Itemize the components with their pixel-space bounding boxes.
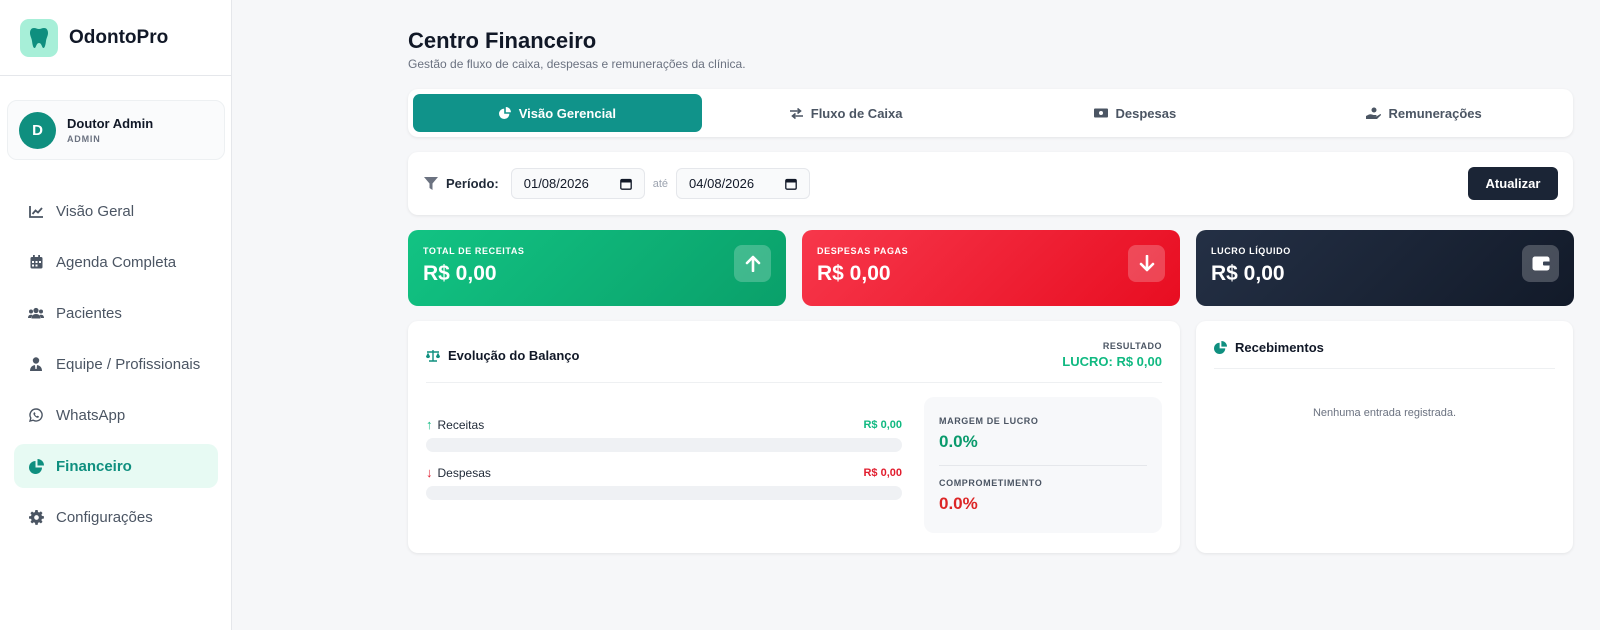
sidebar-item-label: Configurações (56, 508, 153, 526)
page-subtitle: Gestão de fluxo de caixa, despesas e rem… (408, 57, 746, 71)
sidebar-item-visao-geral[interactable]: Visão Geral (14, 189, 218, 233)
calendar-icon[interactable] (619, 178, 632, 190)
brand[interactable]: OdontoPro (0, 0, 231, 76)
user-name: Doutor Admin (67, 116, 154, 131)
user-card[interactable]: D Doutor Admin ADMIN (7, 100, 225, 160)
app-name: OdontoPro (69, 26, 169, 48)
sidebar-item-financeiro[interactable]: Financeiro (14, 444, 218, 488)
kpi-total-receitas: TOTAL DE RECEITAS R$ 0,00 (408, 230, 786, 306)
balance-title: Evolução do Balanço (448, 348, 580, 363)
pie-chart-icon (27, 457, 45, 475)
start-date-input[interactable]: 01/08/2026 (510, 168, 645, 199)
arrow-down-icon (1128, 245, 1165, 282)
scale-balance-icon (426, 349, 440, 362)
chart-line-icon (27, 202, 45, 220)
balance-panel: Evolução do Balanço RESULTADO LUCRO: R$ … (408, 321, 1180, 553)
pie-chart-icon (498, 107, 511, 119)
receitas-progress-track (426, 438, 902, 452)
tooth-icon (20, 18, 58, 57)
tab-label: Fluxo de Caixa (810, 105, 903, 121)
arrow-up-icon: ↑ (426, 417, 433, 432)
whatsapp-icon (27, 406, 45, 424)
money-bill-icon (1093, 108, 1108, 118)
receitas-label: Receitas (437, 417, 485, 432)
tab-label: Despesas (1115, 105, 1177, 121)
start-date-value: 01/08/2026 (523, 176, 589, 191)
kpi-label: TOTAL DE RECEITAS (423, 246, 525, 256)
sidebar-item-whatsapp[interactable]: WhatsApp (14, 393, 218, 437)
kpi-value: R$ 0,00 (817, 262, 891, 285)
despesas-progress-track (426, 486, 902, 500)
date-separator: até (652, 177, 669, 190)
period-filter: Período: 01/08/2026 até 04/08/2026 Atual… (408, 152, 1573, 215)
tab-label: Visão Gerencial (518, 105, 617, 121)
exchange-icon (789, 107, 803, 119)
avatar: D (19, 111, 56, 149)
sidebar-item-configuracoes[interactable]: Configurações (14, 495, 218, 539)
pie-chart-icon (1214, 341, 1227, 354)
recebimentos-panel: Recebimentos Nenhuma entrada registrada. (1196, 321, 1573, 553)
kpi-value: R$ 0,00 (1211, 262, 1285, 285)
comprometimento-value: 0.0% (939, 494, 978, 513)
users-icon (27, 304, 45, 322)
sidebar-item-label: Visão Geral (56, 202, 135, 220)
result-label: RESULTADO (1102, 341, 1162, 351)
tab-visao-gerencial[interactable]: Visão Gerencial (413, 94, 702, 132)
end-date-input[interactable]: 04/08/2026 (676, 168, 811, 199)
kpi-value: R$ 0,00 (423, 262, 497, 285)
divider (939, 465, 1147, 466)
filter-icon (424, 176, 438, 191)
receitas-bar-row: ↑ Receitas R$ 0,00 (426, 417, 902, 452)
kpi-despesas-pagas: DESPESAS PAGAS R$ 0,00 (802, 230, 1180, 306)
hand-coin-icon (1365, 107, 1381, 120)
result-value: LUCRO: R$ 0,00 (1062, 354, 1162, 369)
despesas-label: Despesas (437, 465, 491, 480)
arrow-up-icon (734, 245, 771, 282)
user-role: ADMIN (67, 134, 101, 144)
arrow-down-icon: ↓ (426, 465, 433, 480)
tab-despesas[interactable]: Despesas (991, 94, 1280, 132)
despesas-bar-row: ↓ Despesas R$ 0,00 (426, 465, 902, 500)
despesas-amount: R$ 0,00 (863, 466, 902, 479)
metrics-box: MARGEM DE LUCRO 0.0% COMPROMETIMENTO 0.0… (924, 397, 1162, 533)
balance-header: Evolução do Balanço RESULTADO LUCRO: R$ … (426, 321, 1162, 383)
tab-bar: Visão Gerencial Fluxo de Caixa Despesas … (408, 89, 1573, 137)
recebimentos-title: Recebimentos (1235, 340, 1324, 355)
calendar-icon (27, 253, 45, 271)
margem-value: 0.0% (939, 432, 978, 451)
tab-remuneracoes[interactable]: Remunerações (1279, 94, 1568, 132)
receitas-amount: R$ 0,00 (863, 418, 902, 431)
user-tie-icon (27, 355, 45, 373)
sidebar-item-agenda[interactable]: Agenda Completa (14, 240, 218, 284)
kpi-label: DESPESAS PAGAS (817, 246, 909, 256)
wallet-icon (1522, 245, 1559, 282)
kpi-label: LUCRO LÍQUIDO (1211, 246, 1291, 256)
sidebar-item-label: WhatsApp (56, 406, 126, 424)
calendar-icon[interactable] (785, 178, 797, 190)
empty-state: Nenhuma entrada registrada. (1312, 407, 1457, 419)
sidebar-item-pacientes[interactable]: Pacientes (14, 291, 218, 335)
gear-icon (27, 508, 45, 526)
period-label: Período: (446, 176, 499, 191)
sidebar-nav: Visão Geral Agenda Completa Pacientes Eq… (14, 189, 218, 546)
sidebar-item-equipe[interactable]: Equipe / Profissionais (14, 342, 218, 386)
sidebar-item-label: Financeiro (56, 457, 132, 475)
tab-fluxo-de-caixa[interactable]: Fluxo de Caixa (702, 94, 991, 132)
sidebar-item-label: Pacientes (56, 304, 122, 322)
kpi-lucro-liquido: LUCRO LÍQUIDO R$ 0,00 (1196, 230, 1574, 306)
comprometimento-label: COMPROMETIMENTO (939, 478, 1043, 488)
sidebar-item-label: Equipe / Profissionais (56, 355, 201, 373)
sidebar: OdontoPro D Doutor Admin ADMIN Visão Ger… (0, 0, 232, 630)
update-button[interactable]: Atualizar (1468, 167, 1558, 200)
sidebar-item-label: Agenda Completa (56, 253, 177, 271)
tab-label: Remunerações (1388, 105, 1482, 121)
end-date-value: 04/08/2026 (689, 176, 755, 191)
page-title: Centro Financeiro (408, 28, 597, 53)
margem-label: MARGEM DE LUCRO (939, 416, 1039, 426)
